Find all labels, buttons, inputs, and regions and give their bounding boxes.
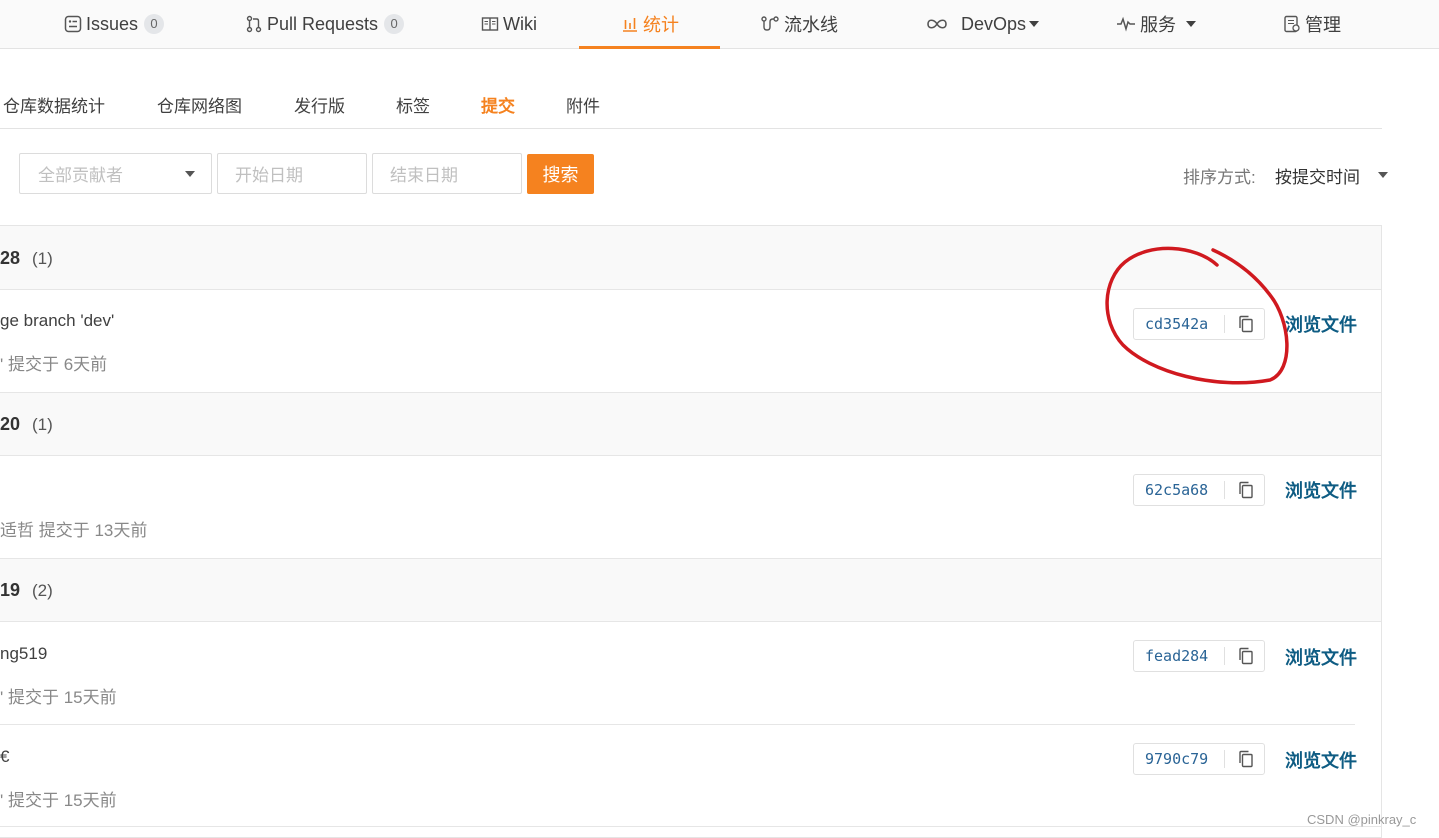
search-button[interactable]: 搜索 bbox=[527, 154, 594, 194]
pulse-icon bbox=[1117, 16, 1135, 32]
copy-icon[interactable] bbox=[1238, 647, 1254, 665]
nav-issues[interactable]: Issues 0 bbox=[64, 0, 165, 48]
browse-files-link[interactable]: 浏览文件 bbox=[1285, 477, 1357, 503]
subtab-network-graph[interactable]: 仓库网络图 bbox=[157, 92, 242, 117]
repo-top-nav: Issues 0 Pull Requests 0 Wiki 统计 流水线 Dev… bbox=[0, 0, 1439, 49]
commit-message[interactable]: ge branch 'dev' bbox=[0, 311, 114, 331]
nav-pipeline-label: 流水线 bbox=[784, 15, 838, 35]
end-date-input[interactable]: 结束日期 bbox=[372, 153, 522, 194]
nav-services[interactable]: 服务 bbox=[1116, 0, 1196, 48]
pull-request-icon bbox=[246, 15, 262, 33]
chevron-down-icon bbox=[1186, 21, 1196, 27]
nav-pull-requests[interactable]: Pull Requests 0 bbox=[245, 0, 405, 48]
nav-issues-label: Issues bbox=[86, 13, 139, 34]
nav-pipeline[interactable]: 流水线 bbox=[760, 0, 838, 48]
group-commit-count: (1) bbox=[32, 249, 53, 268]
divider bbox=[1224, 481, 1225, 499]
contributor-select[interactable]: 全部贡献者 bbox=[19, 153, 212, 194]
nav-pull-requests-label: Pull Requests bbox=[267, 13, 379, 34]
group-date: 28 bbox=[0, 248, 21, 268]
group-commit-count: (1) bbox=[32, 415, 53, 434]
end-date-placeholder: 结束日期 bbox=[390, 166, 458, 185]
commit-meta: ' 提交于 6天前 bbox=[0, 355, 108, 374]
subtab-commits[interactable]: 提交 bbox=[481, 92, 515, 117]
nav-devops-label: DevOps bbox=[961, 13, 1027, 34]
nav-manage[interactable]: 管理 bbox=[1283, 0, 1341, 48]
chevron-down-icon[interactable] bbox=[1378, 172, 1388, 178]
issues-icon bbox=[64, 15, 82, 33]
watermark: CSDN @pinkray_c bbox=[1307, 812, 1417, 827]
copy-icon[interactable] bbox=[1238, 481, 1254, 499]
infinity-icon bbox=[927, 19, 947, 29]
browse-files-link[interactable]: 浏览文件 bbox=[1285, 311, 1357, 337]
subtab-releases[interactable]: 发行版 bbox=[294, 92, 345, 117]
subtab-attachments[interactable]: 附件 bbox=[566, 92, 600, 117]
commit-sha[interactable]: cd3542a bbox=[1145, 315, 1208, 333]
commit-group-header: 19 (2) bbox=[0, 558, 1381, 622]
commit-meta: ' 提交于 15天前 bbox=[0, 688, 117, 707]
browse-files-link[interactable]: 浏览文件 bbox=[1285, 747, 1357, 773]
nav-wiki-label: Wiki bbox=[503, 13, 537, 34]
divider bbox=[1224, 315, 1225, 333]
chevron-down-icon bbox=[185, 171, 195, 177]
subtab-repo-stats[interactable]: 仓库数据统计 bbox=[3, 92, 105, 117]
group-date: 20 bbox=[0, 414, 21, 434]
book-icon bbox=[481, 17, 499, 31]
active-tab-underline bbox=[579, 46, 720, 49]
group-date: 19 bbox=[0, 580, 21, 600]
row-divider bbox=[0, 724, 1355, 725]
issues-count-badge: 0 bbox=[144, 14, 165, 34]
copy-icon[interactable] bbox=[1238, 315, 1254, 333]
sort-select[interactable]: 按提交时间 bbox=[1275, 163, 1360, 188]
pipeline-icon bbox=[761, 16, 779, 31]
bar-chart-icon bbox=[623, 18, 637, 32]
nav-devops[interactable]: DevOps bbox=[925, 0, 1040, 48]
pulls-count-badge: 0 bbox=[384, 14, 405, 34]
start-date-input[interactable]: 开始日期 bbox=[217, 153, 367, 194]
commit-sha-box: 62c5a68 bbox=[1133, 474, 1265, 506]
divider bbox=[1224, 647, 1225, 665]
divider bbox=[1224, 750, 1225, 768]
commit-message[interactable]: ng519 bbox=[0, 644, 47, 664]
sort-label: 排序方式: bbox=[1183, 168, 1256, 187]
commit-meta: ' 提交于 15天前 bbox=[0, 791, 117, 810]
subtabs-divider bbox=[0, 128, 1382, 129]
commit-group-header: 20 (1) bbox=[0, 392, 1381, 456]
commit-meta: 适哲 提交于 13天前 bbox=[0, 521, 148, 540]
commit-sha-box: 9790c79 bbox=[1133, 743, 1265, 775]
row-divider bbox=[0, 826, 1382, 827]
nav-wiki[interactable]: Wiki bbox=[481, 0, 537, 48]
commit-sha-box: fead284 bbox=[1133, 640, 1265, 672]
nav-stats[interactable]: 统计 bbox=[621, 0, 679, 48]
chevron-down-icon bbox=[1029, 21, 1040, 27]
settings-doc-icon bbox=[1284, 15, 1300, 33]
nav-stats-label: 统计 bbox=[643, 15, 679, 35]
commit-sha[interactable]: fead284 bbox=[1145, 647, 1208, 665]
commit-sha-box: cd3542a bbox=[1133, 308, 1265, 340]
copy-icon[interactable] bbox=[1238, 750, 1254, 768]
browse-files-link[interactable]: 浏览文件 bbox=[1285, 644, 1357, 670]
group-commit-count: (2) bbox=[32, 581, 53, 600]
commit-message[interactable]: € bbox=[0, 747, 9, 767]
nav-manage-label: 管理 bbox=[1305, 15, 1341, 35]
commit-group-header: 28 (1) bbox=[0, 226, 1381, 290]
nav-services-label: 服务 bbox=[1140, 15, 1176, 35]
contributor-select-value: 全部贡献者 bbox=[38, 166, 123, 185]
commit-sha[interactable]: 9790c79 bbox=[1145, 750, 1208, 768]
commit-sha[interactable]: 62c5a68 bbox=[1145, 481, 1208, 499]
subtab-tags[interactable]: 标签 bbox=[396, 92, 430, 117]
start-date-placeholder: 开始日期 bbox=[235, 166, 303, 185]
